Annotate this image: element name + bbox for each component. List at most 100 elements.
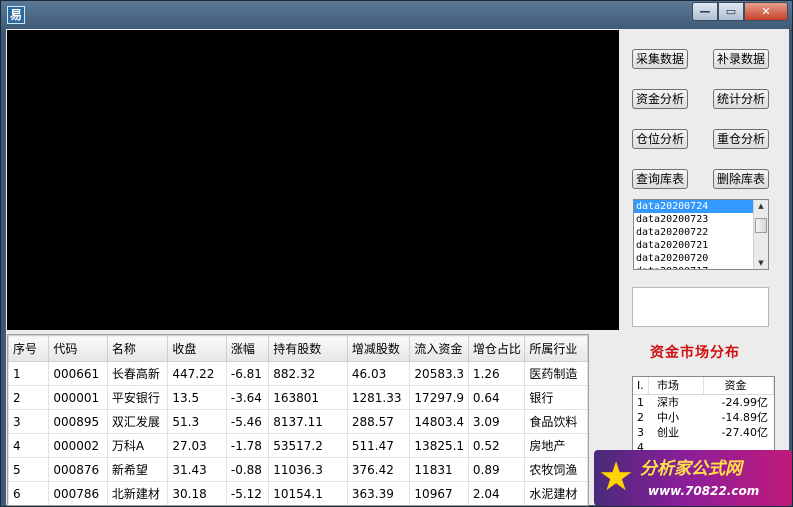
market-table-header: I. 市场 资金 bbox=[633, 377, 774, 395]
header-index[interactable]: I. bbox=[633, 377, 649, 394]
table-cell: 46.03 bbox=[346, 361, 411, 386]
table-cell: 6 bbox=[8, 481, 50, 505]
cell-fund: -24.99亿 bbox=[721, 396, 768, 409]
table-row[interactable]: 1 000661 长春高新 447.22 -6.81 882.32 46.03 20583.3… bbox=[8, 361, 588, 386]
table-cell: 3.09 bbox=[467, 409, 526, 434]
watermark-url: www.70822.com bbox=[648, 484, 760, 498]
header-industry[interactable]: 所属行业 bbox=[524, 335, 588, 362]
table-cell: 17297.9 bbox=[409, 385, 469, 410]
table-cell: 11831 bbox=[409, 457, 469, 482]
query-table-button[interactable]: 查询库表 bbox=[632, 169, 689, 189]
table-cell: 1281.33 bbox=[346, 385, 411, 410]
header-change[interactable]: 涨幅 bbox=[225, 335, 270, 362]
list-item[interactable]: data20200720 bbox=[634, 252, 753, 265]
collect-data-button[interactable]: 采集数据 bbox=[632, 49, 689, 69]
header-ratio[interactable]: 增仓占比 bbox=[467, 335, 526, 362]
table-cell: 27.03 bbox=[167, 433, 227, 458]
input-textbox[interactable] bbox=[632, 287, 769, 327]
table-cell: 医药制造 bbox=[524, 361, 588, 386]
list-item[interactable]: data20200723 bbox=[634, 213, 753, 226]
table-cell: 163801 bbox=[268, 385, 348, 410]
table-row[interactable]: 2 000001 平安银行 13.5 -3.64 163801 1281.33 17297.9… bbox=[8, 385, 588, 410]
database-listbox[interactable]: data20200724 data20200723 data20200722 d… bbox=[633, 199, 769, 270]
app-window: 易 — ▭ ✕ 采集数据 补录数据 资金分析 统计分析 仓位分析 重仓分析 查询… bbox=[0, 0, 793, 507]
table-cell: 000001 bbox=[48, 385, 108, 410]
scroll-up-icon[interactable]: ▲ bbox=[754, 200, 768, 212]
table-cell: 10967 bbox=[409, 481, 469, 505]
table-cell: 4 bbox=[8, 433, 50, 458]
header-name[interactable]: 名称 bbox=[106, 335, 169, 362]
list-item[interactable]: data20200717 bbox=[634, 265, 753, 269]
minimize-button[interactable]: — bbox=[692, 2, 718, 21]
table-row[interactable]: 4 000002 万科A 27.03 -1.78 53517.2 511.47 13825.1… bbox=[8, 433, 588, 458]
table-cell: -5.46 bbox=[225, 409, 270, 434]
table-row[interactable]: 3 000895 双汇发展 51.3 -5.46 8137.11 288.57 14803.4… bbox=[8, 409, 588, 434]
table-row[interactable]: 5 000876 新希望 31.43 -0.88 11036.3 376.42 11831 0.… bbox=[8, 457, 588, 482]
listbox-scrollbar[interactable]: ▲ ▼ bbox=[753, 200, 768, 269]
table-cell: 北新建材 bbox=[106, 481, 169, 505]
list-item[interactable]: data20200722 bbox=[634, 226, 753, 239]
scroll-thumb[interactable] bbox=[755, 218, 767, 233]
table-cell: 000002 bbox=[48, 433, 108, 458]
table-cell: 银行 bbox=[524, 385, 588, 410]
table-cell: 511.47 bbox=[346, 433, 411, 458]
table-cell: 447.22 bbox=[167, 361, 227, 386]
header-code[interactable]: 代码 bbox=[48, 335, 108, 362]
table-cell: 000876 bbox=[48, 457, 108, 482]
maximize-button[interactable]: ▭ bbox=[718, 2, 744, 21]
table-cell: 双汇发展 bbox=[106, 409, 169, 434]
list-item[interactable]: data20200721 bbox=[634, 239, 753, 252]
table-cell: 53517.2 bbox=[268, 433, 348, 458]
header-inflow[interactable]: 流入资金 bbox=[409, 335, 469, 362]
chart-display-panel bbox=[7, 30, 619, 330]
table-row[interactable]: 2 中小 -14.89亿 bbox=[633, 410, 774, 425]
table-cell: 20583.3 bbox=[409, 361, 469, 386]
table-cell: 30.18 bbox=[167, 481, 227, 505]
header-market[interactable]: 市场 bbox=[649, 377, 704, 394]
table-cell: 长春高新 bbox=[106, 361, 169, 386]
table-cell: 新希望 bbox=[106, 457, 169, 482]
market-distribution-title: 资金市场分布 bbox=[650, 345, 740, 361]
table-row[interactable]: 3 创业 -27.40亿 bbox=[633, 425, 774, 440]
cell-market: 深市 bbox=[657, 396, 679, 409]
header-close[interactable]: 收盘 bbox=[167, 335, 227, 362]
table-cell: -1.78 bbox=[225, 433, 270, 458]
table-row[interactable]: 6 000786 北新建材 30.18 -5.12 10154.1 363.39 10967 2… bbox=[8, 481, 588, 505]
header-holdings[interactable]: 持有股数 bbox=[268, 335, 348, 362]
table-cell: 13.5 bbox=[167, 385, 227, 410]
table-cell: 000786 bbox=[48, 481, 108, 505]
cell-market: 中小 bbox=[657, 411, 679, 424]
table-cell: 0.89 bbox=[467, 457, 526, 482]
cell-index: 1 bbox=[637, 396, 644, 409]
client-area: 采集数据 补录数据 资金分析 统计分析 仓位分析 重仓分析 查询库表 删除库表 … bbox=[6, 29, 789, 506]
table-cell: 平安银行 bbox=[106, 385, 169, 410]
table-cell: 0.64 bbox=[467, 385, 526, 410]
close-button[interactable]: ✕ bbox=[744, 2, 788, 21]
table-row[interactable]: 1 深市 -24.99亿 bbox=[633, 395, 774, 410]
table-cell: 31.43 bbox=[167, 457, 227, 482]
heavy-position-analysis-button[interactable]: 重仓分析 bbox=[713, 129, 770, 149]
cell-index: 3 bbox=[637, 426, 644, 439]
cell-index: 2 bbox=[637, 411, 644, 424]
table-cell: -5.12 bbox=[225, 481, 270, 505]
header-seq[interactable]: 序号 bbox=[8, 335, 50, 362]
stat-analysis-button[interactable]: 统计分析 bbox=[713, 89, 770, 109]
app-icon: 易 bbox=[7, 6, 25, 24]
title-bar[interactable]: 易 — ▭ ✕ bbox=[1, 1, 793, 29]
table-cell: 1.26 bbox=[467, 361, 526, 386]
fund-analysis-button[interactable]: 资金分析 bbox=[632, 89, 689, 109]
table-cell: 376.42 bbox=[346, 457, 411, 482]
header-delta[interactable]: 增减股数 bbox=[346, 335, 411, 362]
delete-table-button[interactable]: 删除库表 bbox=[713, 169, 770, 189]
table-cell: 11036.3 bbox=[268, 457, 348, 482]
position-analysis-button[interactable]: 仓位分析 bbox=[632, 129, 689, 149]
list-item[interactable]: data20200724 bbox=[634, 200, 753, 213]
scroll-down-icon[interactable]: ▼ bbox=[754, 257, 768, 269]
stock-data-table: 序号 代码 名称 收盘 涨幅 持有股数 增减股数 流入资金 增仓占比 所属行业 … bbox=[7, 334, 589, 506]
supplement-data-button[interactable]: 补录数据 bbox=[713, 49, 770, 69]
header-fund[interactable]: 资金 bbox=[704, 377, 774, 394]
star-logo-icon: ★ bbox=[598, 454, 634, 500]
cell-market: 创业 bbox=[657, 426, 679, 439]
table-cell: 1 bbox=[8, 361, 50, 386]
site-watermark: ★ 分析家公式网 www.70822.com bbox=[594, 450, 792, 506]
